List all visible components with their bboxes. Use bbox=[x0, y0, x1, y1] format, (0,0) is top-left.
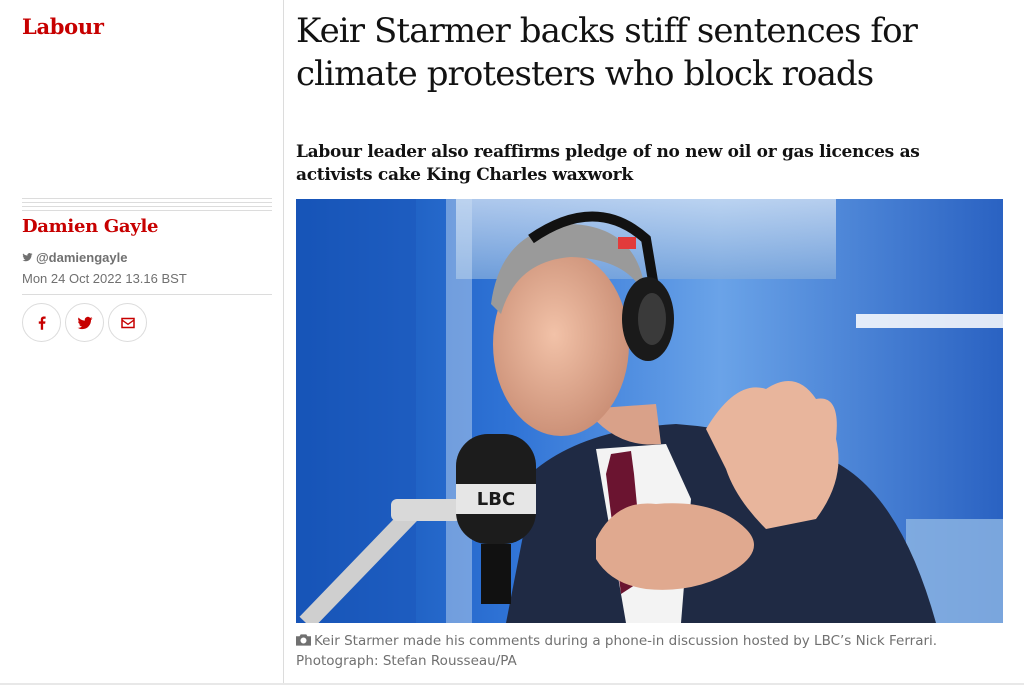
article-main-image[interactable]: LBC bbox=[296, 199, 1003, 623]
facebook-icon bbox=[38, 315, 46, 330]
email-icon bbox=[120, 317, 135, 328]
section-label-link[interactable]: Labour bbox=[22, 14, 104, 39]
share-twitter-button[interactable] bbox=[65, 303, 104, 342]
camera-icon bbox=[296, 634, 311, 646]
mic-logo-text: LBC bbox=[477, 489, 515, 510]
share-facebook-button[interactable] bbox=[22, 303, 61, 342]
starmer-photo: LBC bbox=[296, 199, 1003, 623]
twitter-icon bbox=[77, 316, 92, 329]
photo-credit: Photograph: Stefan Rousseau/PA bbox=[296, 653, 517, 669]
divider-rules bbox=[22, 198, 272, 212]
twitter-handle-text: @damiengayle bbox=[36, 250, 128, 265]
meta-divider bbox=[22, 294, 272, 295]
publish-date: Mon 24 Oct 2022 13.16 BST bbox=[22, 271, 187, 286]
share-buttons bbox=[22, 303, 147, 342]
article-standfirst: Labour leader also reaffirms pledge of n… bbox=[296, 142, 920, 185]
author-name-link[interactable]: Damien Gayle bbox=[22, 216, 158, 237]
article-headline: Keir Starmer backs stiff sentences for c… bbox=[296, 11, 918, 94]
twitter-icon bbox=[22, 253, 33, 262]
share-email-button[interactable] bbox=[108, 303, 147, 342]
left-meta-column: Labour Damien Gayle @damiengayle Mon 24 … bbox=[0, 0, 284, 685]
author-twitter-link[interactable]: @damiengayle bbox=[22, 250, 127, 265]
caption-text: Keir Starmer made his comments during a … bbox=[314, 633, 938, 649]
image-caption: Keir Starmer made his comments during a … bbox=[296, 631, 1006, 671]
